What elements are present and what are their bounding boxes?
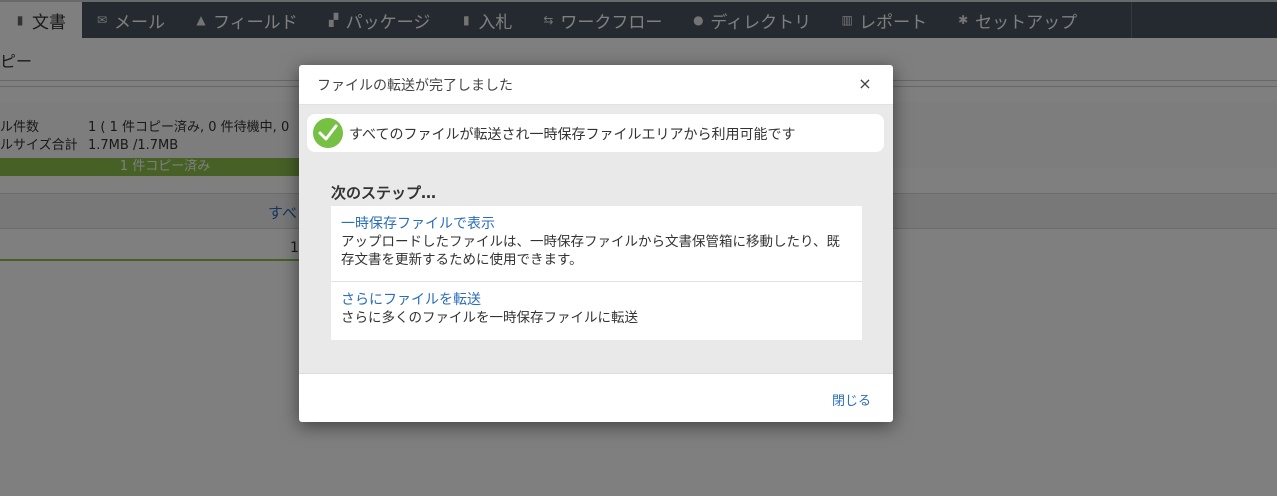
list-item: 一時保存ファイルで表示 アップロードしたファイルは、一時保存ファイルから文書保管… bbox=[331, 206, 862, 282]
transfer-more-files-link[interactable]: さらにファイルを転送 bbox=[341, 291, 852, 309]
success-message: すべてのファイルが転送され一時保存ファイルエリアから利用可能です bbox=[349, 127, 796, 143]
dialog-body: すべてのファイルが転送され一時保存ファイルエリアから利用可能です 次のステップ…… bbox=[299, 105, 893, 374]
dialog-footer: 閉じる bbox=[299, 375, 893, 422]
dialog-header: ファイルの転送が完了しました × bbox=[299, 65, 893, 105]
next-steps-list: 一時保存ファイルで表示 アップロードしたファイルは、一時保存ファイルから文書保管… bbox=[331, 206, 862, 340]
transfer-complete-dialog: ファイルの転送が完了しました × すべてのファイルが転送され一時保存ファイルエリ… bbox=[299, 65, 893, 422]
close-button[interactable]: 閉じる bbox=[832, 390, 871, 409]
list-item: さらにファイルを転送 さらに多くのファイルを一時保存ファイルに転送 bbox=[331, 282, 862, 340]
step-description: アップロードしたファイルは、一時保存ファイルから文書保管箱に移動したり、既存文書… bbox=[341, 234, 840, 268]
step-description: さらに多くのファイルを一時保存ファイルに転送 bbox=[341, 310, 638, 326]
dialog-title: ファイルの転送が完了しました bbox=[317, 78, 513, 94]
success-alert: すべてのファイルが転送され一時保存ファイルエリアから利用可能です bbox=[307, 114, 884, 152]
view-in-temp-files-link[interactable]: 一時保存ファイルで表示 bbox=[341, 215, 852, 233]
check-circle-icon bbox=[313, 118, 343, 148]
next-steps-title: 次のステップ… bbox=[331, 184, 437, 202]
close-icon[interactable]: × bbox=[857, 75, 873, 93]
